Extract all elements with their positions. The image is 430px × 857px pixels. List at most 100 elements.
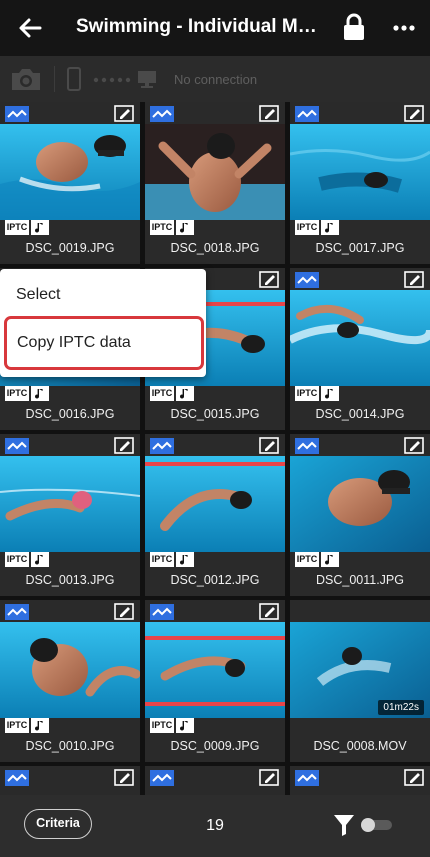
photo-filename: DSC_0013.JPG: [25, 573, 115, 587]
edit-icon: [114, 603, 134, 620]
photo-tile[interactable]: IPTC DSC_0011.JPG: [290, 434, 430, 596]
iptc-badge: IPTC: [150, 220, 174, 235]
menu-item-select[interactable]: Select: [16, 286, 60, 304]
photo-filename: DSC_0019.JPG: [25, 241, 115, 255]
voice-memo-icon: [176, 220, 194, 235]
iptc-badge: IPTC: [150, 552, 174, 567]
photo-thumbnail: [145, 622, 285, 718]
photo-filename: DSC_0017.JPG: [315, 241, 405, 255]
context-menu: Select Copy IPTC data: [0, 269, 206, 377]
photo-thumbnail: [290, 290, 430, 386]
voice-memo-icon: [321, 220, 339, 235]
transfer-icon: [150, 106, 174, 122]
video-filename: DSC_0008.MOV: [313, 739, 407, 753]
video-tile[interactable]: 01m22s DSC_0008.MOV: [290, 600, 430, 762]
edit-icon: [259, 603, 279, 620]
photo-tile[interactable]: IPTC DSC_0019.JPG: [0, 102, 140, 264]
bottom-bar: Criteria 19: [0, 795, 430, 857]
connection-bar: No connection: [0, 56, 430, 102]
edit-icon: [404, 271, 424, 288]
photo-filename: DSC_0018.JPG: [170, 241, 260, 255]
edit-icon: [259, 769, 279, 786]
menu-item-label: Copy IPTC data: [17, 334, 131, 351]
voice-memo-icon: [31, 552, 49, 567]
photo-thumbnail: [0, 622, 140, 718]
transfer-icon: [295, 106, 319, 122]
lock-icon[interactable]: [340, 12, 368, 42]
voice-memo-icon: [31, 220, 49, 235]
voice-memo-icon: [321, 386, 339, 401]
photo-filename: DSC_0012.JPG: [170, 573, 260, 587]
photo-tile[interactable]: IPTC DSC_0010.JPG: [0, 600, 140, 762]
iptc-badge: IPTC: [5, 220, 29, 235]
app-header: Swimming - Individual Medley: [0, 0, 430, 56]
criteria-button[interactable]: Criteria: [24, 809, 92, 839]
photo-filename: DSC_0014.JPG: [315, 407, 405, 421]
photo-tile[interactable]: IPTC DSC_0018.JPG: [145, 102, 285, 264]
iptc-badge: IPTC: [295, 386, 319, 401]
transfer-icon: [5, 604, 29, 620]
page-title: Swimming - Individual Medley: [76, 16, 324, 37]
voice-memo-icon: [31, 718, 49, 733]
photo-tile[interactable]: IPTC DSC_0012.JPG: [145, 434, 285, 596]
camera-icon: [12, 69, 40, 90]
voice-memo-icon: [321, 552, 339, 567]
photo-thumbnail: [145, 456, 285, 552]
photo-tile[interactable]: IPTC DSC_0014.JPG: [290, 268, 430, 430]
more-vertical-icon[interactable]: [388, 12, 420, 44]
edit-icon: [259, 271, 279, 288]
photo-filename: DSC_0015.JPG: [170, 407, 260, 421]
computer-icon: [138, 71, 156, 88]
transfer-icon: [5, 106, 29, 122]
transfer-icon: [295, 272, 319, 288]
transfer-icon: [150, 770, 174, 786]
photo-filename: DSC_0009.JPG: [170, 739, 260, 753]
photo-tile[interactable]: [145, 766, 285, 795]
photo-tile[interactable]: IPTC DSC_0009.JPG: [145, 600, 285, 762]
transfer-icon: [295, 438, 319, 454]
photo-thumbnail: [0, 124, 140, 220]
edit-icon: [404, 769, 424, 786]
iptc-badge: IPTC: [5, 718, 29, 733]
filter-icon[interactable]: [333, 813, 355, 837]
smartphone-icon: [67, 67, 81, 91]
photo-tile[interactable]: IPTC DSC_0013.JPG: [0, 434, 140, 596]
transfer-icon: [295, 770, 319, 786]
photo-thumbnail: [290, 456, 430, 552]
transfer-icon: [5, 438, 29, 454]
connection-dots-icon: [93, 77, 131, 83]
voice-memo-icon: [176, 718, 194, 733]
photo-thumbnail: [0, 456, 140, 552]
transfer-icon: [150, 604, 174, 620]
photo-tile[interactable]: [0, 766, 140, 795]
iptc-badge: IPTC: [295, 220, 319, 235]
iptc-badge: IPTC: [5, 552, 29, 567]
connection-status: No connection: [174, 72, 258, 87]
transfer-icon: [150, 438, 174, 454]
video-duration: 01m22s: [378, 700, 424, 715]
edit-icon: [114, 105, 134, 122]
edit-icon: [259, 105, 279, 122]
photo-tile[interactable]: [290, 766, 430, 795]
edit-icon: [114, 437, 134, 454]
voice-memo-icon: [176, 386, 194, 401]
photo-filename: DSC_0016.JPG: [25, 407, 115, 421]
photo-tile[interactable]: IPTC DSC_0017.JPG: [290, 102, 430, 264]
photo-filename: DSC_0011.JPG: [315, 573, 404, 587]
filter-toggle[interactable]: [360, 817, 394, 833]
iptc-badge: IPTC: [150, 718, 174, 733]
iptc-badge: IPTC: [5, 386, 29, 401]
menu-item-copy-iptc[interactable]: Copy IPTC data: [4, 316, 204, 370]
transfer-icon: [5, 770, 29, 786]
iptc-badge: IPTC: [150, 386, 174, 401]
voice-memo-icon: [176, 552, 194, 567]
iptc-badge: IPTC: [295, 552, 319, 567]
edit-icon: [404, 437, 424, 454]
photo-thumbnail: [145, 124, 285, 220]
photo-thumbnail: [290, 124, 430, 220]
edit-icon: [259, 437, 279, 454]
item-count: 19: [206, 817, 224, 834]
edit-icon: [114, 769, 134, 786]
arrow-left-icon[interactable]: [14, 12, 46, 44]
edit-icon: [404, 105, 424, 122]
